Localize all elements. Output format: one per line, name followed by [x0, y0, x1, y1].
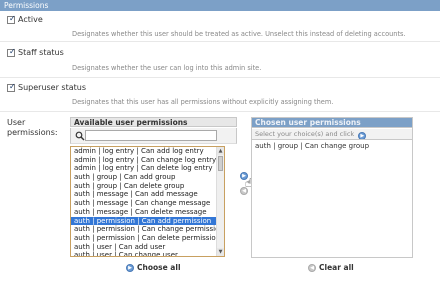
available-permissions-list[interactable]: admin | log entry | Can add log entry adm…	[70, 146, 225, 257]
available-permissions-title: Available user permissions	[70, 117, 237, 127]
staff-status-label: Staff status	[18, 48, 64, 57]
superuser-status-label: Superuser status	[18, 83, 87, 92]
available-permission-option[interactable]: admin | log entry | Can delete log entry	[71, 164, 224, 173]
staff-status-checkbox[interactable]: ✓	[7, 47, 16, 57]
user-permissions-label: User permissions:	[7, 118, 58, 137]
scrollbar[interactable]: ▲ ▼	[216, 147, 224, 256]
available-permission-option[interactable]: auth | message | Can delete message	[71, 208, 224, 217]
choose-all-link[interactable]: Choose all	[137, 263, 181, 272]
scroll-down-arrow-icon[interactable]: ▼	[217, 248, 224, 256]
filter-input[interactable]	[85, 130, 217, 141]
active-help: Designates whether this user should be t…	[72, 30, 406, 38]
available-permission-option[interactable]: auth | user | Can change user	[71, 251, 224, 256]
available-permission-option[interactable]: admin | log entry | Can change log entry	[71, 156, 224, 165]
divider	[0, 111, 440, 112]
available-permission-option[interactable]: auth | permission | Can add permission	[71, 216, 224, 226]
chosen-permissions-box: Chosen user permissions Select your choi…	[251, 117, 413, 258]
chosen-permissions-title: Chosen user permissions	[252, 118, 412, 128]
active-label: Active	[18, 15, 43, 24]
superuser-status-checkbox[interactable]: ✓	[7, 82, 16, 92]
available-permission-option[interactable]: auth | message | Can change message	[71, 199, 224, 208]
search-icon	[75, 131, 85, 141]
clear-all-link[interactable]: Clear all	[319, 263, 354, 272]
scroll-up-arrow-icon[interactable]: ▲	[217, 147, 224, 155]
active-checkbox[interactable]: ✓	[7, 14, 16, 24]
available-permission-option[interactable]: auth | message | Can add message	[71, 190, 224, 199]
chosen-help: Select your choice(s) and click ▶	[252, 129, 412, 140]
chosen-permissions-list[interactable]: auth | group | Can change group	[252, 139, 412, 255]
available-permission-option[interactable]: auth | permission | Can delete permissio…	[71, 234, 224, 243]
available-permission-option[interactable]: auth | user | Can add user	[71, 243, 224, 252]
chosen-list-item[interactable]: auth | group | Can change group	[255, 142, 409, 150]
available-permission-option[interactable]: auth | permission | Can change permissio…	[71, 225, 224, 234]
section-title: Permissions	[4, 1, 49, 10]
available-permissions-box: Available user permissions admin | log e…	[70, 117, 237, 261]
divider	[0, 41, 440, 42]
available-permission-option[interactable]: auth | group | Can delete group	[71, 182, 224, 191]
clear-all-icon[interactable]: ◀	[308, 264, 316, 272]
staff-status-help: Designates whether the user can log into…	[72, 64, 262, 72]
section-header: Permissions	[0, 0, 440, 11]
available-permission-option[interactable]: admin | log entry | Can add log entry	[71, 147, 224, 156]
choose-all-icon[interactable]: ▶	[126, 264, 134, 272]
superuser-status-help: Designates that this user has all permis…	[72, 98, 334, 106]
divider	[0, 77, 440, 78]
scroll-thumb[interactable]	[218, 156, 223, 171]
filter-row	[70, 128, 237, 144]
chosen-help-text: Select your choice(s) and click	[255, 130, 355, 138]
available-permission-option[interactable]: auth | group | Can add group	[71, 173, 224, 182]
